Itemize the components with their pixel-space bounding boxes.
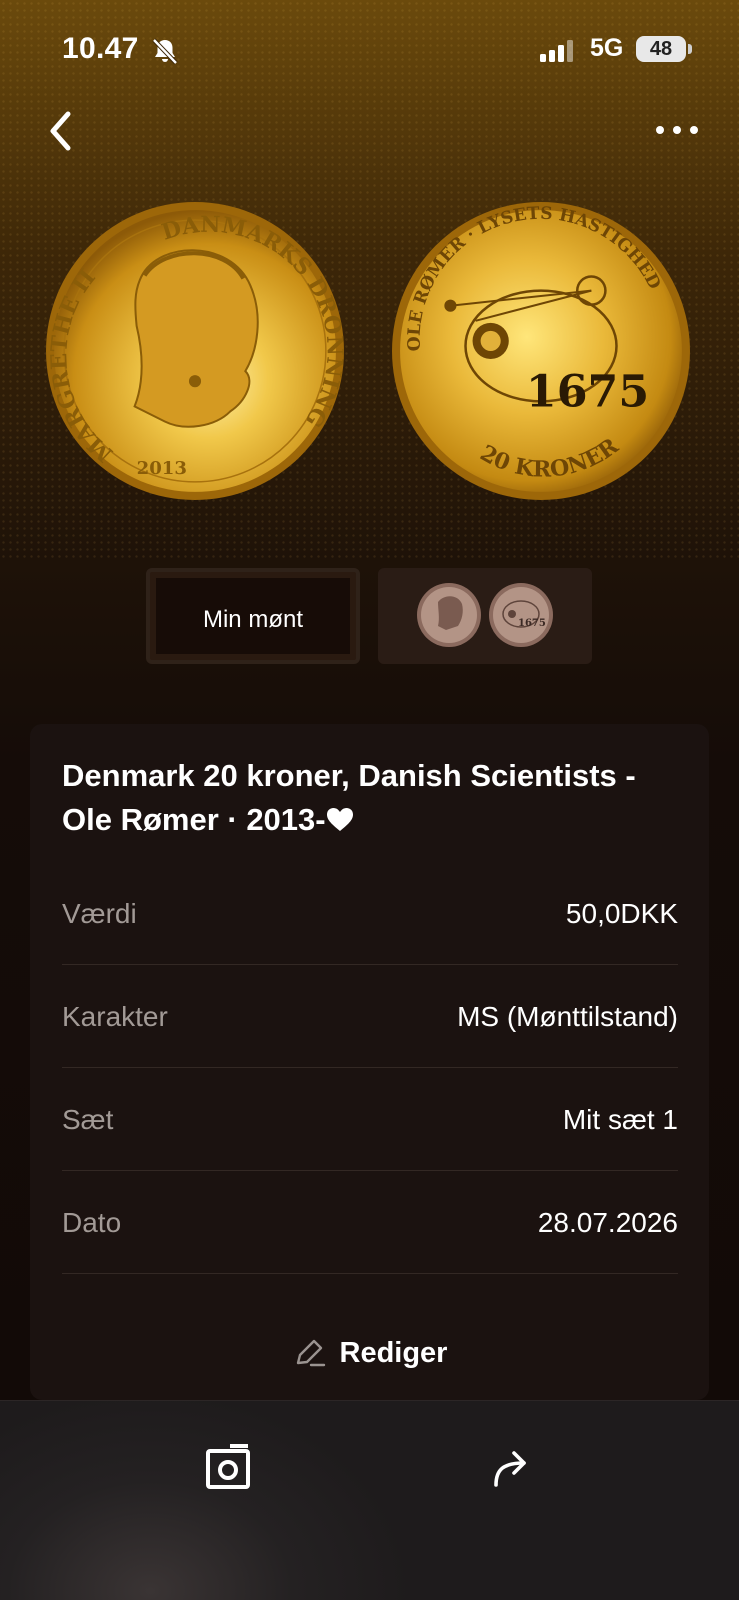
camera-frame-icon[interactable] — [204, 1443, 252, 1491]
detail-row-date: Dato 28.07.2026 — [62, 1171, 678, 1274]
coin-details-card: Denmark 20 kroner, Danish Scientists - O… — [30, 724, 709, 1400]
detail-value: Mit sæt 1 — [562, 1104, 678, 1135]
coin-obverse-image[interactable]: MARGRETHE II DANMARKS DRONNING 2013 — [44, 200, 346, 502]
reference-images-tab[interactable]: 1675 — [378, 568, 592, 664]
bottom-toolbar — [0, 1400, 739, 1600]
detail-row-grade: Karakter MS (Mønttilstand) — [62, 965, 678, 1068]
coin-images: MARGRETHE II DANMARKS DRONNING 2013 OLE … — [0, 200, 739, 510]
edit-button[interactable]: Rediger — [30, 1336, 709, 1386]
my-coin-tab[interactable]: Min mønt — [146, 568, 360, 664]
my-coin-label: Min mønt — [202, 606, 303, 633]
obverse-thumbnail — [417, 583, 481, 647]
status-time: 10.47 — [62, 32, 139, 65]
coin-title: Denmark 20 kroner, Danish Scientists - O… — [62, 754, 682, 842]
obverse-year: 2013 — [137, 458, 187, 479]
heart-icon[interactable] — [326, 807, 354, 833]
edit-label: Rediger — [339, 1336, 448, 1369]
detail-value: 50,0DKK — [565, 898, 678, 929]
network-type: 5G — [590, 34, 624, 62]
coin-reverse-image[interactable]: OLE RØMER · LYSETS HASTIGHED 1675 20 KRO… — [390, 200, 692, 502]
detail-value: 28.07.2026 — [537, 1207, 678, 1238]
status-bar: 10.47 5G 48 — [0, 28, 739, 72]
battery-level: 48 — [636, 36, 686, 62]
detail-value: MS (Mønttilstand) — [457, 1001, 678, 1032]
share-arrow-icon[interactable] — [490, 1445, 534, 1489]
chevron-left-icon[interactable] — [44, 106, 78, 156]
detail-label: Værdi — [62, 898, 137, 929]
detail-row-value: Værdi 50,0DKK — [62, 862, 678, 965]
battery-tip — [688, 44, 692, 54]
pencil-icon — [296, 1339, 325, 1367]
reverse-thumbnail: 1675 — [489, 583, 553, 647]
bell-muted-icon — [152, 38, 178, 65]
reverse-thumbnail-date: 1675 — [518, 618, 546, 629]
detail-row-set: Sæt Mit sæt 1 — [62, 1068, 678, 1171]
detail-label: Sæt — [62, 1104, 114, 1135]
detail-label: Karakter — [62, 1001, 168, 1032]
detail-label: Dato — [62, 1207, 122, 1238]
cellular-signal-icon — [540, 40, 573, 62]
ellipsis-icon[interactable] — [654, 118, 700, 142]
reverse-date: 1675 — [526, 365, 649, 417]
